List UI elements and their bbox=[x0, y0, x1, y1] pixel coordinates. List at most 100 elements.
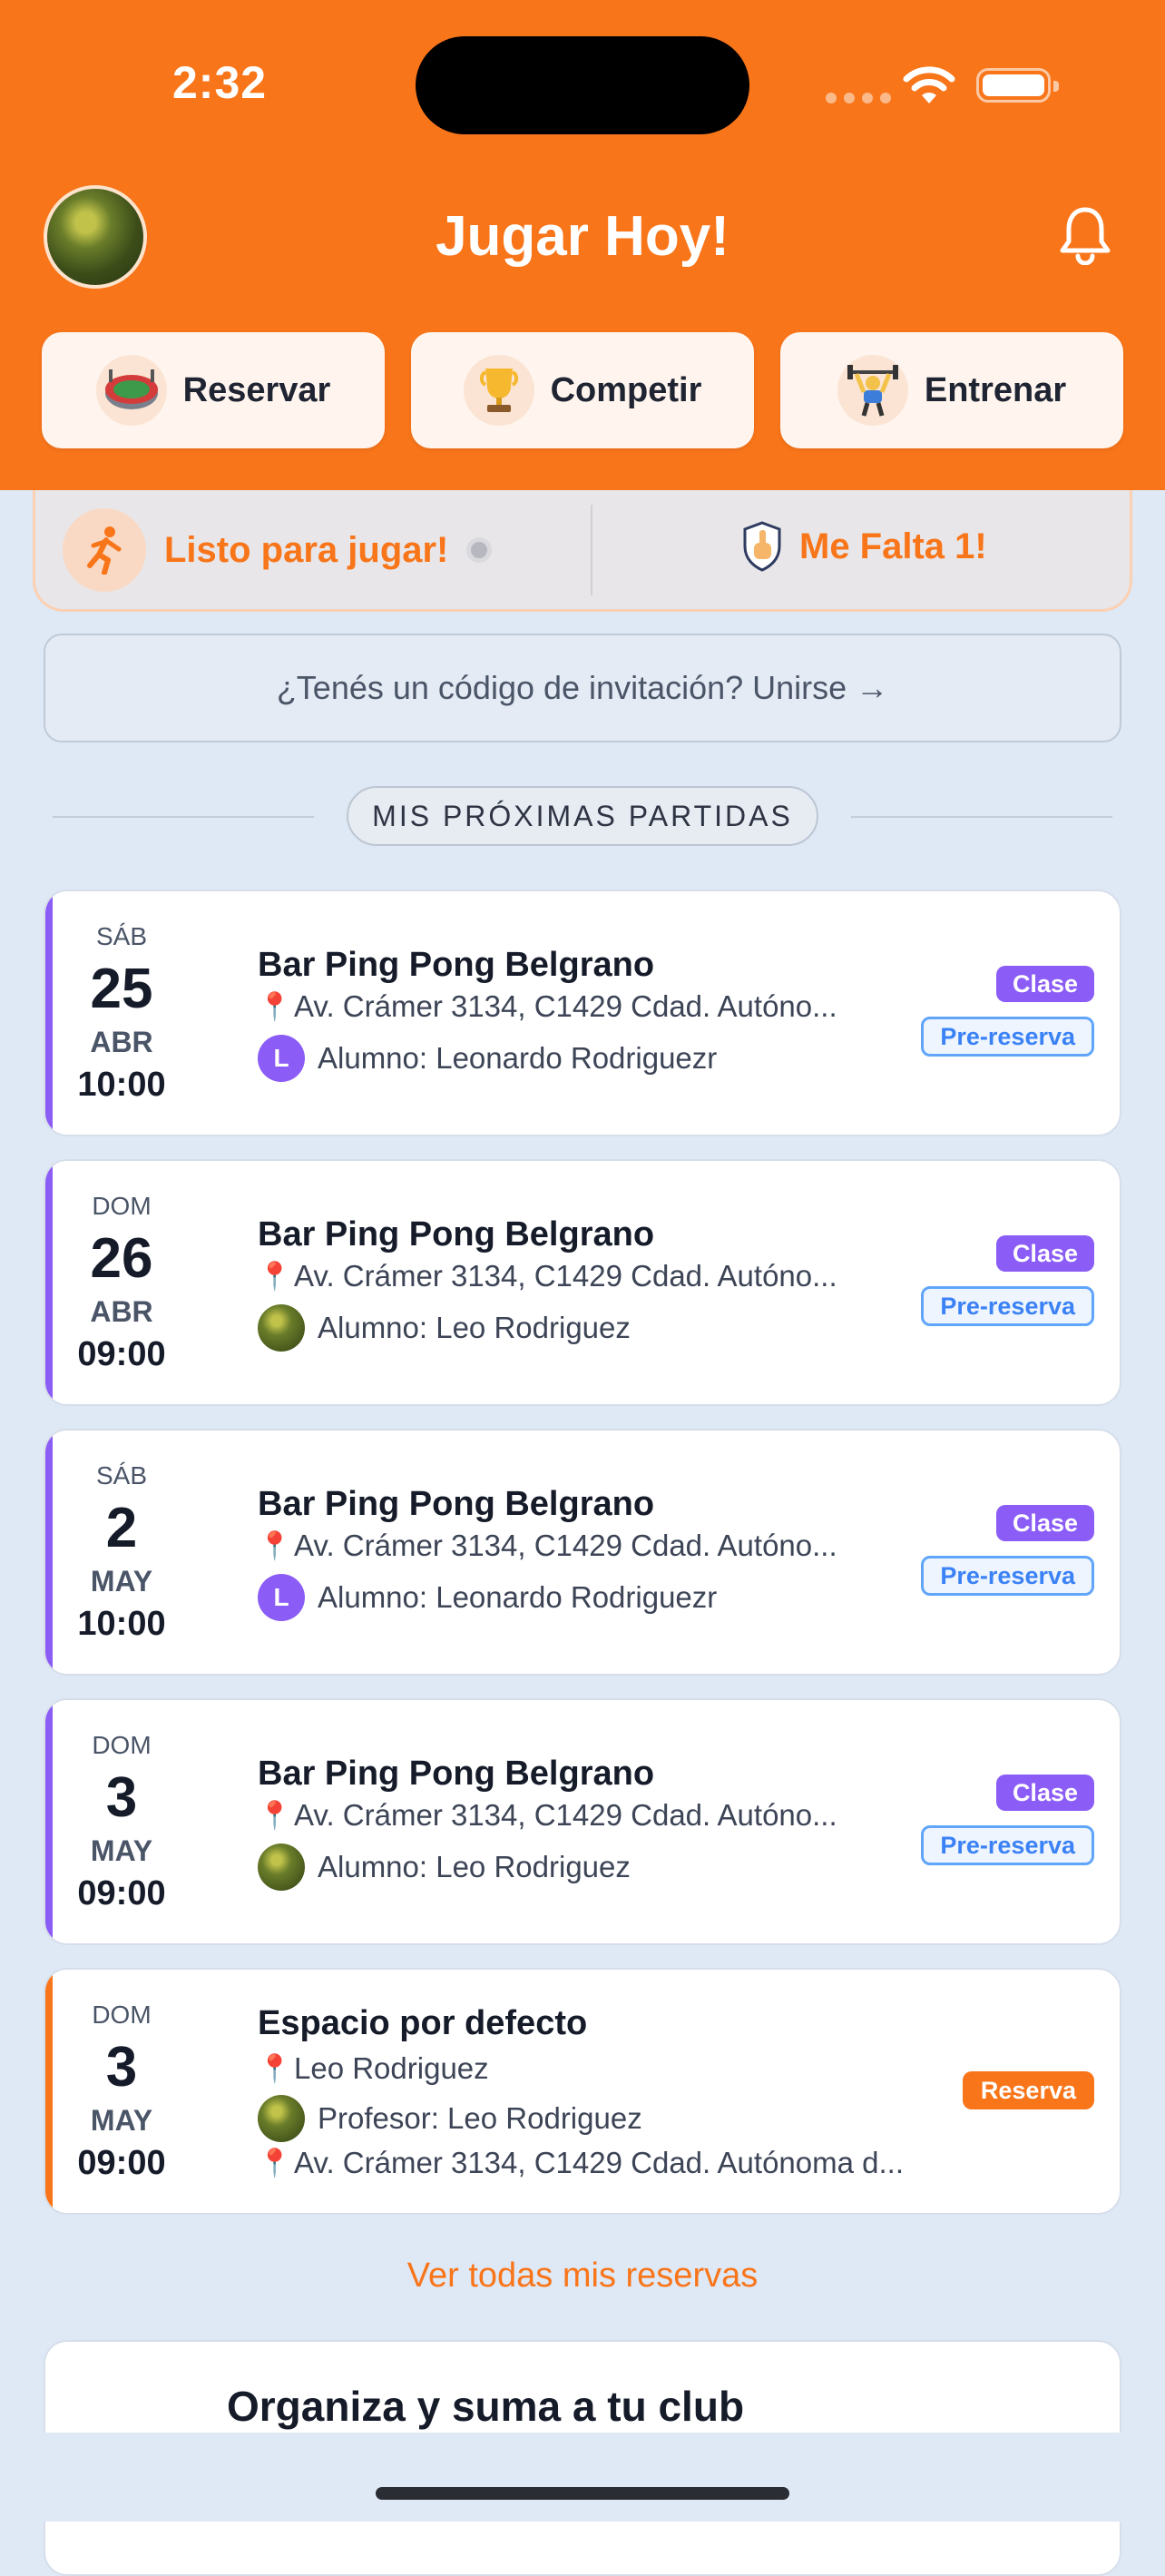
match-person-row: Alumno: Leo Rodriguez bbox=[258, 1304, 631, 1352]
match-person: Alumno: Leo Rodriguez bbox=[318, 1850, 631, 1883]
wifi-icon bbox=[903, 66, 955, 103]
section-title: MIS PRÓXIMAS PARTIDAS bbox=[347, 786, 818, 846]
match-day: 2 bbox=[105, 1497, 138, 1559]
match-address-row: 📍 Av. Crámer 3134, C1429 Cdad. Autóno... bbox=[258, 1529, 837, 1563]
avatar: L bbox=[258, 1574, 305, 1621]
match-person: Alumno: Leonardo Rodriguezr bbox=[318, 1580, 718, 1614]
match-title: Espacio por defecto bbox=[258, 2004, 588, 2042]
cellular-signal-icon bbox=[826, 93, 891, 103]
reservar-label: Reservar bbox=[182, 370, 331, 409]
organize-club-title: Organiza y suma a tu club bbox=[227, 2383, 745, 2430]
match-address: Av. Crámer 3134, C1429 Cdad. Autónoma d.… bbox=[294, 2146, 905, 2179]
match-month: MAY bbox=[90, 1834, 153, 1867]
match-address: Av. Crámer 3134, C1429 Cdad. Autóno... bbox=[294, 1798, 837, 1832]
ready-status-dot bbox=[466, 537, 493, 563]
match-card[interactable]: DOM 3 MAY 09:00 Bar Ping Pong Belgrano 📍… bbox=[44, 1698, 1121, 1945]
map-pin-icon: 📍 bbox=[258, 2148, 292, 2178]
match-weekday: SÁB bbox=[95, 1461, 148, 1490]
match-location: Leo Rodriguez bbox=[294, 2051, 489, 2085]
card-accent bbox=[45, 1431, 53, 1674]
match-location-row: 📍 Leo Rodriguez bbox=[258, 2051, 489, 2086]
match-weekday: SÁB bbox=[95, 922, 148, 950]
home-indicator[interactable] bbox=[376, 2487, 789, 2500]
match-person: Profesor: Leo Rodriguez bbox=[318, 2101, 642, 2135]
match-address-row: 📍 Av. Crámer 3134, C1429 Cdad. Autóno... bbox=[258, 1259, 837, 1293]
stadium-icon bbox=[95, 355, 167, 426]
bottom-safe-area bbox=[0, 2433, 1165, 2522]
match-card[interactable]: SÁB 25 ABR 10:00 Bar Ping Pong Belgrano … bbox=[44, 890, 1121, 1136]
match-month: MAY bbox=[90, 2104, 153, 2137]
match-address-row: 📍 Av. Crámer 3134, C1429 Cdad. Autóno... bbox=[258, 989, 837, 1024]
match-weekday: DOM bbox=[92, 2001, 152, 2029]
match-time: 10:00 bbox=[77, 1066, 166, 1104]
card-accent bbox=[45, 1700, 53, 1943]
avatar: L bbox=[258, 1035, 305, 1082]
match-date: DOM 3 MAY 09:00 bbox=[53, 1970, 191, 2213]
match-month: ABR bbox=[90, 1295, 153, 1328]
match-date: DOM 3 MAY 09:00 bbox=[53, 1700, 191, 1943]
match-time: 09:00 bbox=[77, 2144, 166, 2182]
me-falta-label: Me Falta 1! bbox=[799, 526, 987, 566]
page-title: Jugar Hoy! bbox=[436, 205, 729, 268]
entrenar-button[interactable]: Entrenar bbox=[780, 332, 1123, 448]
match-date: DOM 26 ABR 09:00 bbox=[53, 1161, 191, 1404]
match-title: Bar Ping Pong Belgrano bbox=[258, 1755, 655, 1793]
match-card[interactable]: SÁB 2 MAY 10:00 Bar Ping Pong Belgrano 📍… bbox=[44, 1429, 1121, 1676]
match-time: 09:00 bbox=[77, 1335, 166, 1373]
divider bbox=[851, 816, 1112, 818]
invite-code-button[interactable]: ¿Tenés un código de invitación? Unirse → bbox=[44, 634, 1121, 742]
match-address: Av. Crámer 3134, C1429 Cdad. Autóno... bbox=[294, 989, 837, 1023]
card-accent bbox=[45, 1970, 53, 2213]
match-day: 25 bbox=[90, 958, 153, 1020]
match-month: MAY bbox=[90, 1565, 153, 1598]
match-title: Bar Ping Pong Belgrano bbox=[258, 946, 655, 984]
match-date: SÁB 2 MAY 10:00 bbox=[53, 1431, 191, 1674]
competir-button[interactable]: Competir bbox=[411, 332, 754, 448]
map-pin-icon: 📍 bbox=[258, 991, 292, 1022]
match-person-row: Alumno: Leo Rodriguez bbox=[258, 1844, 631, 1891]
pre-reserva-badge: Pre-reserva bbox=[921, 1017, 1094, 1057]
clase-badge: Clase bbox=[995, 1775, 1094, 1811]
me-falta-uno-button[interactable]: Me Falta 1! bbox=[741, 521, 987, 572]
map-pin-icon: 📍 bbox=[258, 1530, 292, 1561]
entrenar-label: Entrenar bbox=[924, 370, 1067, 409]
availability-bar: Listo para jugar! Me Falta 1! bbox=[33, 490, 1132, 612]
avatar bbox=[258, 1844, 305, 1891]
status-time: 2:32 bbox=[172, 57, 268, 108]
pre-reserva-badge: Pre-reserva bbox=[921, 1556, 1094, 1596]
notifications-bell-icon[interactable] bbox=[1058, 205, 1112, 265]
avatar bbox=[258, 1304, 305, 1352]
match-weekday: DOM bbox=[92, 1192, 152, 1220]
pre-reserva-badge: Pre-reserva bbox=[921, 1286, 1094, 1326]
match-day: 3 bbox=[105, 2036, 138, 2099]
app-header: 2:32 Jugar Hoy! Reservar Competir Entren… bbox=[0, 0, 1165, 490]
match-person: Alumno: Leo Rodriguez bbox=[318, 1311, 631, 1344]
match-weekday: DOM bbox=[92, 1731, 152, 1759]
card-accent bbox=[45, 1161, 53, 1404]
divider bbox=[591, 505, 592, 595]
ready-to-play-toggle[interactable]: Listo para jugar! bbox=[63, 508, 493, 592]
weightlifter-icon bbox=[837, 355, 908, 426]
match-person: Alumno: Leonardo Rodriguezr bbox=[318, 1041, 718, 1075]
see-all-reservations-link[interactable]: Ver todas mis reservas bbox=[0, 2256, 1165, 2296]
match-address: Av. Crámer 3134, C1429 Cdad. Autóno... bbox=[294, 1529, 837, 1562]
map-pin-icon: 📍 bbox=[258, 1800, 292, 1831]
clase-badge: Clase bbox=[995, 1235, 1094, 1272]
match-card[interactable]: DOM 3 MAY 09:00 Espacio por defecto 📍 Le… bbox=[44, 1968, 1121, 2215]
match-time: 09:00 bbox=[77, 1874, 166, 1912]
pre-reserva-badge: Pre-reserva bbox=[921, 1825, 1094, 1865]
avatar bbox=[258, 2095, 305, 2142]
card-accent bbox=[45, 891, 53, 1135]
running-person-icon bbox=[63, 508, 146, 592]
reservar-button[interactable]: Reservar bbox=[42, 332, 385, 448]
map-pin-icon: 📍 bbox=[258, 1261, 292, 1292]
match-address-row: 📍 Av. Crámer 3134, C1429 Cdad. Autóno... bbox=[258, 1798, 837, 1833]
dynamic-island bbox=[416, 36, 749, 134]
section-header: MIS PRÓXIMAS PARTIDAS bbox=[0, 786, 1165, 846]
map-pin-icon: 📍 bbox=[258, 2053, 292, 2084]
raised-finger-shield-icon bbox=[743, 521, 781, 572]
match-card[interactable]: DOM 26 ABR 09:00 Bar Ping Pong Belgrano … bbox=[44, 1159, 1121, 1406]
match-month: ABR bbox=[90, 1026, 153, 1058]
match-title: Bar Ping Pong Belgrano bbox=[258, 1485, 655, 1523]
match-person-row: L Alumno: Leonardo Rodriguezr bbox=[258, 1574, 717, 1621]
